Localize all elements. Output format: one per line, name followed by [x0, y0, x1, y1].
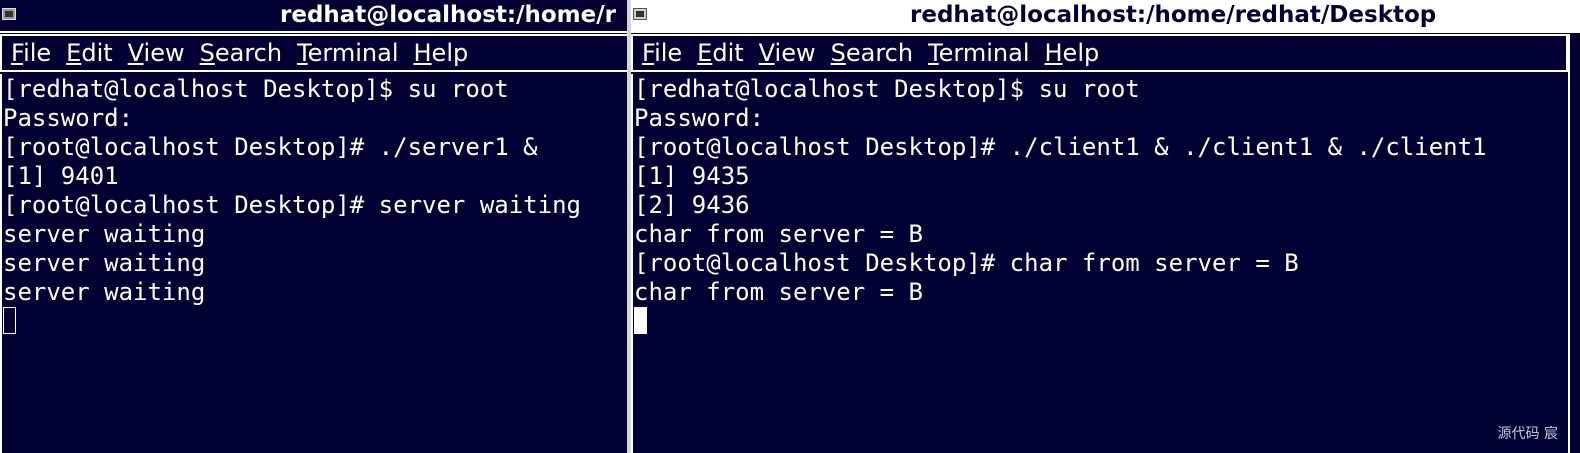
menu-bar: File Edit View Search Terminal Help [631, 34, 1568, 72]
terminal-line: server waiting [3, 249, 206, 277]
terminal-line: [2] 9436 [634, 191, 750, 219]
terminal-line: [root@localhost Desktop]# char from serv… [634, 249, 1299, 277]
terminal-line: [root@localhost Desktop]# ./client1 & ./… [634, 133, 1487, 161]
terminal-line: [root@localhost Desktop]# ./server1 & [3, 133, 538, 161]
text-cursor [634, 307, 647, 334]
terminal-output[interactable]: [redhat@localhost Desktop]$ su root Pass… [0, 74, 628, 453]
window-title: redhat@localhost:/home/redhat/Desktop [910, 2, 1437, 28]
terminal-line: Password: [3, 104, 134, 132]
menu-file[interactable]: File [11, 39, 51, 67]
terminal-window-icon[interactable] [2, 8, 16, 20]
terminal-line: [redhat@localhost Desktop]$ su root [3, 75, 509, 103]
menu-help[interactable]: Help [414, 39, 469, 67]
terminal-prompt-line [3, 307, 628, 336]
menu-file[interactable]: File [642, 39, 682, 67]
title-bar[interactable]: redhat@localhost:/home/r [0, 0, 628, 33]
terminal-line: server waiting [3, 220, 206, 248]
terminal-line: [1] 9401 [3, 162, 119, 190]
terminal-window-left[interactable]: redhat@localhost:/home/r File Edit View … [0, 0, 628, 453]
menu-view[interactable]: View [759, 39, 816, 67]
terminal-line: [redhat@localhost Desktop]$ su root [634, 75, 1140, 103]
menu-search[interactable]: Search [831, 39, 913, 67]
terminal-line: char from server = B [634, 220, 923, 248]
menu-help[interactable]: Help [1045, 39, 1100, 67]
terminal-line: [root@localhost Desktop]# server waiting [3, 191, 581, 219]
menu-bar: File Edit View Search Terminal Help [0, 34, 628, 72]
menu-terminal[interactable]: Terminal [297, 39, 398, 67]
terminal-line: server waiting [3, 278, 206, 306]
terminal-window-right[interactable]: redhat@localhost:/home/redhat/Desktop Fi… [631, 0, 1580, 453]
terminal-line: char from server = B [634, 278, 923, 306]
terminal-line: [1] 9435 [634, 162, 750, 190]
menu-search[interactable]: Search [200, 39, 282, 67]
text-cursor [3, 307, 16, 334]
vertical-scrollbar[interactable] [1568, 34, 1580, 453]
menu-edit[interactable]: Edit [66, 39, 112, 67]
terminal-line: Password: [634, 104, 765, 132]
terminal-window-icon[interactable] [633, 8, 647, 20]
terminal-output[interactable]: [redhat@localhost Desktop]$ su root Pass… [631, 74, 1580, 453]
window-title: redhat@localhost:/home/r [280, 2, 616, 28]
title-bar[interactable]: redhat@localhost:/home/redhat/Desktop [631, 0, 1580, 33]
menu-view[interactable]: View [128, 39, 185, 67]
menu-terminal[interactable]: Terminal [928, 39, 1029, 67]
menu-edit[interactable]: Edit [697, 39, 743, 67]
watermark: 源代码 宸 [1497, 426, 1558, 442]
terminal-prompt-line [634, 307, 1580, 336]
